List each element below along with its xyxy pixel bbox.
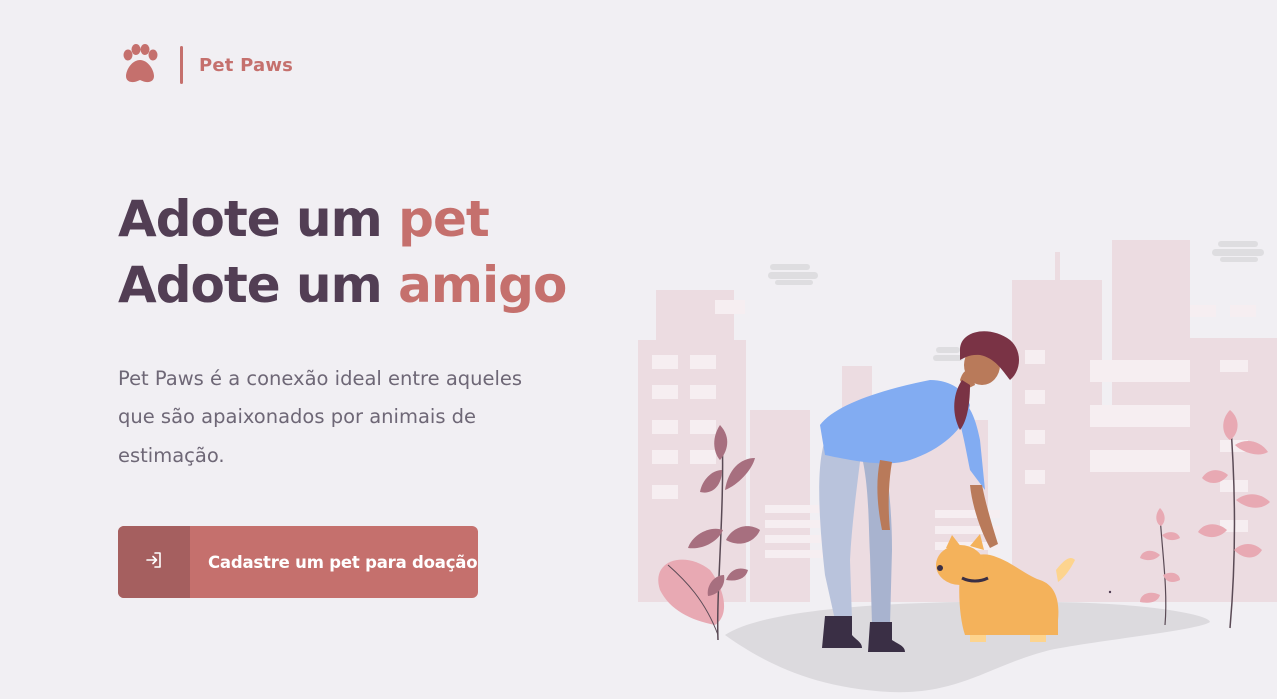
brand-logo[interactable]: Pet Paws [118, 44, 293, 86]
login-icon [144, 550, 164, 574]
logo-divider [180, 46, 183, 84]
hero-line-1: Adote um pet [118, 186, 566, 252]
hero-line-1-accent: pet [398, 190, 490, 248]
cta-label: Cadastre um pet para doação [208, 552, 478, 572]
hero-line-2-prefix: Adote um [118, 256, 399, 314]
register-pet-button[interactable]: Cadastre um pet para doação [118, 526, 478, 598]
hero-title: Adote um pet Adote um amigo [118, 186, 567, 318]
brand-name: Pet Paws [199, 54, 294, 76]
hero-line-1-prefix: Adote um [118, 190, 399, 248]
hero-description: Pet Paws é a conexão ideal entre aqueles… [118, 366, 523, 467]
hero-line-2: Adote um amigo [118, 252, 567, 318]
cta-icon-box [118, 526, 190, 598]
woman-petting-dog-illustration [630, 230, 1277, 695]
paw-icon [118, 44, 162, 86]
hero-line-2-accent: amigo [398, 256, 567, 314]
